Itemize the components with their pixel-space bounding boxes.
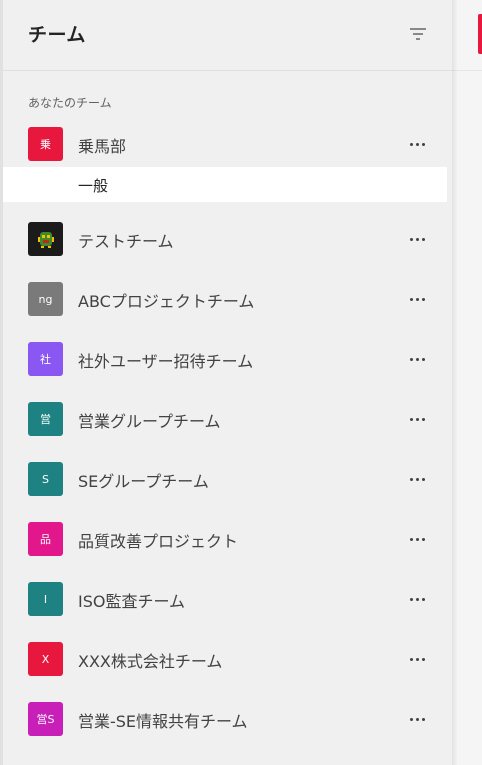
more-options-button[interactable]	[405, 134, 429, 154]
team-name: 営業グループチーム	[78, 412, 221, 431]
more-icon	[409, 142, 425, 146]
team-name: 乗馬部	[78, 137, 127, 156]
more-icon	[409, 417, 425, 421]
team-name: テストチーム	[78, 232, 174, 251]
more-options-button[interactable]	[405, 409, 429, 429]
more-options-button[interactable]	[405, 229, 429, 249]
teams-header: チーム	[3, 0, 452, 71]
more-icon	[409, 717, 425, 721]
more-icon	[409, 237, 425, 241]
team-row[interactable]: 営S 営業-SE情報共有チーム	[3, 694, 452, 744]
filter-button[interactable]	[407, 24, 429, 44]
team-avatar: 社	[28, 342, 63, 376]
team-name: SEグループチーム	[78, 472, 209, 491]
more-icon	[409, 657, 425, 661]
team-row[interactable]: 営 営業グループチーム	[3, 394, 452, 444]
team-row[interactable]: テストチーム	[3, 214, 452, 264]
team-avatar: I	[28, 582, 63, 616]
more-icon	[409, 357, 425, 361]
channel-name: 一般	[78, 177, 109, 195]
filter-icon	[410, 28, 426, 40]
more-icon	[409, 477, 425, 481]
more-icon	[409, 597, 425, 601]
team-avatar: X	[28, 642, 63, 676]
more-icon	[409, 297, 425, 301]
more-options-button[interactable]	[405, 649, 429, 669]
team-avatar	[28, 222, 63, 256]
team-avatar: 乗	[28, 127, 63, 161]
more-options-button[interactable]	[405, 349, 429, 369]
team-avatar: 営S	[28, 702, 63, 736]
team-row[interactable]: 社 社外ユーザー招待チーム	[3, 334, 452, 384]
team-row[interactable]: X XXX株式会社チーム	[3, 634, 452, 684]
team-name: ISO監査チーム	[78, 592, 185, 611]
channel-item-general[interactable]: 一般	[3, 167, 447, 202]
team-avatar: ng	[28, 282, 63, 316]
teams-app: チーム あなたのチーム 乗 乗馬部 一般 テストチーム ng ABCプロジェクト…	[0, 0, 482, 765]
more-options-button[interactable]	[405, 469, 429, 489]
page-title: チーム	[28, 24, 86, 46]
more-options-button[interactable]	[405, 289, 429, 309]
bug-mascot-icon	[37, 232, 54, 248]
section-label-your-teams: あなたのチーム	[28, 96, 112, 110]
team-row[interactable]: S SEグループチーム	[3, 454, 452, 504]
team-avatar: 品	[28, 522, 63, 556]
team-row[interactable]: ng ABCプロジェクトチーム	[3, 274, 452, 324]
team-avatar: S	[28, 462, 63, 496]
more-icon	[409, 537, 425, 541]
team-avatar: 営	[28, 402, 63, 436]
team-row[interactable]: 品 品質改善プロジェクト	[3, 514, 452, 564]
panel-divider	[452, 0, 458, 765]
more-options-button[interactable]	[405, 589, 429, 609]
team-row[interactable]: 乗 乗馬部	[3, 119, 452, 169]
team-name: ABCプロジェクトチーム	[78, 292, 255, 311]
team-row[interactable]: I ISO監査チーム	[3, 574, 452, 624]
team-name: 社外ユーザー招待チーム	[78, 352, 254, 371]
team-name: 品質改善プロジェクト	[78, 532, 239, 551]
team-name: XXX株式会社チーム	[78, 652, 223, 671]
team-name: 営業-SE情報共有チーム	[78, 712, 248, 731]
content-accent-tab[interactable]	[478, 14, 482, 54]
more-options-button[interactable]	[405, 709, 429, 729]
more-options-button[interactable]	[405, 529, 429, 549]
